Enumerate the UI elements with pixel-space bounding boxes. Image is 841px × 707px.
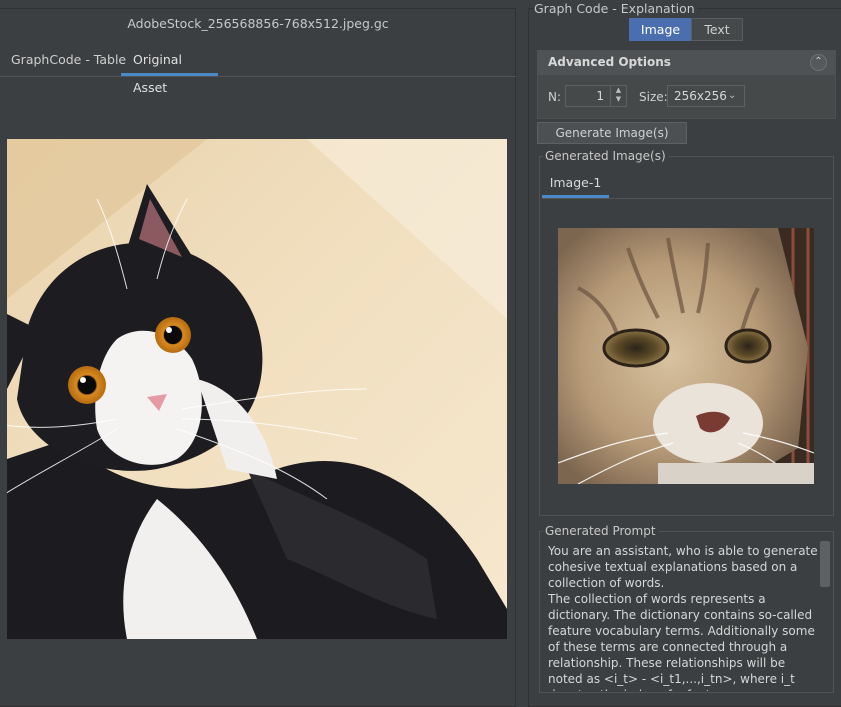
n-input[interactable]: 1 [566, 86, 608, 106]
prompt-scrollbar[interactable] [820, 541, 830, 587]
tab-graphcode-table[interactable]: GraphCode - Table [0, 46, 137, 76]
explanation-section-title: Graph Code - Explanation [534, 1, 697, 16]
collapse-icon[interactable]: ⌃ [810, 54, 827, 71]
size-select-value: 256x256 [674, 89, 727, 103]
generated-prompt-text[interactable]: You are an assistant, who is able to gen… [548, 543, 818, 691]
text-mode-toggle[interactable]: Text [691, 18, 743, 41]
size-label: Size: [639, 90, 668, 104]
tab-original-asset[interactable]: Original Asset [121, 46, 218, 95]
tab-image-1[interactable]: Image-1 [542, 170, 609, 198]
spinner-arrows-icon[interactable]: ▲ ▼ [610, 86, 626, 106]
n-label: N: [548, 90, 562, 104]
file-title: AdobeStock_256568856-768x512.jpeg.gc [127, 16, 389, 31]
generated-prompt-legend: Generated Prompt [543, 524, 659, 538]
image-mode-toggle[interactable]: Image [629, 18, 692, 41]
original-asset-image [7, 139, 507, 639]
tab-divider [0, 76, 516, 77]
tab-divider [542, 198, 832, 199]
advanced-options-title: Advanced Options [548, 55, 671, 69]
generated-image [558, 228, 814, 484]
generate-images-button[interactable]: Generate Image(s) [537, 122, 687, 144]
generated-images-legend: Generated Image(s) [543, 149, 669, 163]
chevron-down-icon[interactable]: ⌄ [728, 86, 736, 106]
